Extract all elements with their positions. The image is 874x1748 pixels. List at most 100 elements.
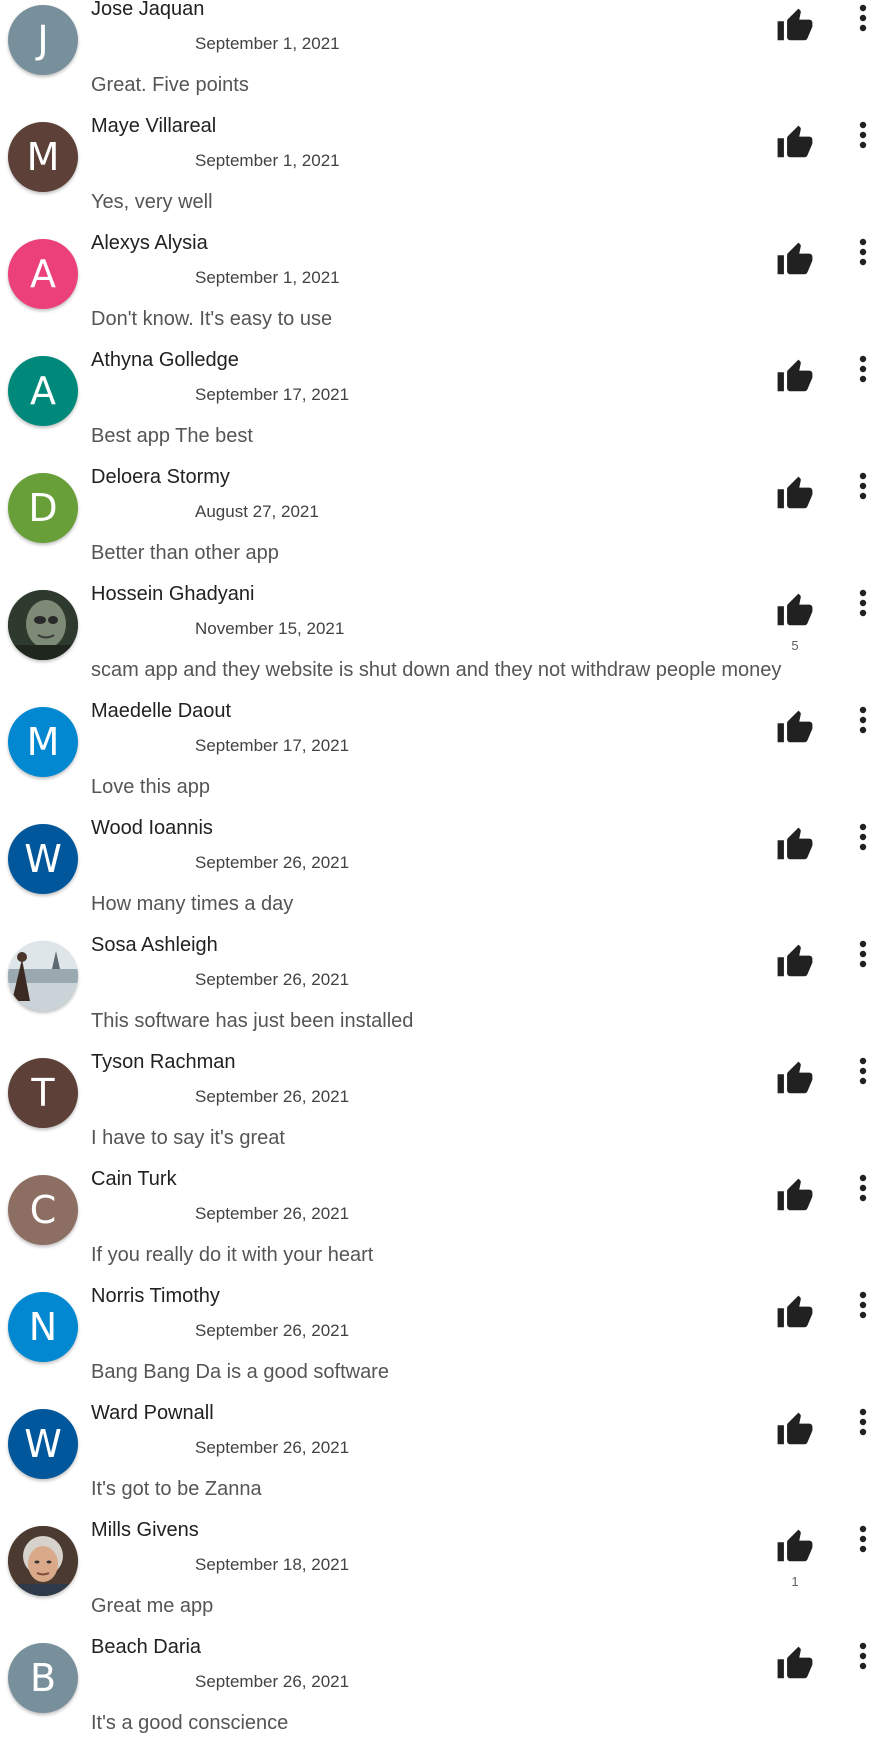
like-count: 5: [791, 638, 799, 653]
avatar-photo[interactable]: [8, 1526, 78, 1596]
thumb-up-icon: [777, 1061, 813, 1094]
like-button[interactable]: [776, 358, 814, 396]
reviewer-name: Alexys Alysia: [91, 232, 208, 254]
more-vert-icon: [859, 1291, 867, 1319]
thumb-up-icon: [777, 125, 813, 158]
reviewer-name: Ward Pownall: [91, 1402, 214, 1424]
thumb-up-icon: [777, 359, 813, 392]
review-text: I have to say it's great: [91, 1127, 285, 1149]
like-button[interactable]: [776, 1060, 814, 1098]
like-button[interactable]: [776, 1177, 814, 1215]
thumb-up-icon: [777, 1412, 813, 1445]
more-vert-icon: [859, 706, 867, 734]
avatar[interactable]: W: [8, 1409, 78, 1479]
more-options-button[interactable]: [852, 586, 874, 624]
thumb-up-icon: [777, 944, 813, 977]
more-options-button[interactable]: [852, 1, 874, 39]
like-button[interactable]: [776, 7, 814, 45]
avatar[interactable]: B: [8, 1643, 78, 1713]
thumb-up-icon: [777, 710, 813, 743]
review-text: How many times a day: [91, 893, 294, 915]
avatar[interactable]: W: [8, 824, 78, 894]
like-button[interactable]: [776, 1645, 814, 1683]
more-options-button[interactable]: [852, 235, 874, 273]
more-options-button[interactable]: [852, 1522, 874, 1560]
avatar[interactable]: C: [8, 1175, 78, 1245]
reviewer-name: Deloera Stormy: [91, 466, 230, 488]
more-vert-icon: [859, 1408, 867, 1436]
review-text: If you really do it with your heart: [91, 1244, 374, 1266]
review-text: Better than other app: [91, 542, 279, 564]
more-options-button[interactable]: [852, 1639, 874, 1677]
more-vert-icon: [859, 4, 867, 32]
review-item: Mills Givens September 18, 2021 Great me…: [0, 1514, 874, 1631]
thumb-up-icon: [777, 1646, 813, 1679]
like-button[interactable]: [776, 1294, 814, 1332]
review-text: Great me app: [91, 1595, 214, 1617]
avatar[interactable]: N: [8, 1292, 78, 1362]
avatar-photo[interactable]: [8, 590, 78, 660]
like-button[interactable]: [776, 709, 814, 747]
thumb-up-icon: [777, 827, 813, 860]
review-item: Hossein Ghadyani November 15, 2021 scam …: [0, 578, 874, 695]
review-date: September 17, 2021: [195, 736, 350, 755]
reviewer-name: Maedelle Daout: [91, 700, 232, 722]
more-vert-icon: [859, 472, 867, 500]
avatar[interactable]: M: [8, 122, 78, 192]
more-options-button[interactable]: [852, 352, 874, 390]
more-vert-icon: [859, 940, 867, 968]
review-date: September 26, 2021: [195, 1438, 350, 1457]
more-options-button[interactable]: [852, 1054, 874, 1092]
like-button[interactable]: [776, 124, 814, 162]
review-text: It's got to be Zanna: [91, 1478, 262, 1500]
more-options-button[interactable]: [852, 937, 874, 975]
review-date: September 26, 2021: [195, 970, 350, 989]
more-options-button[interactable]: [852, 820, 874, 858]
thumb-up-icon: [777, 593, 813, 626]
more-options-button[interactable]: [852, 1288, 874, 1326]
more-options-button[interactable]: [852, 703, 874, 741]
review-item: B Beach Daria September 26, 2021 It's a …: [0, 1631, 874, 1748]
more-vert-icon: [859, 1174, 867, 1202]
thumb-up-icon: [777, 1178, 813, 1211]
review-text: Great. Five points: [91, 74, 249, 96]
review-text: Bang Bang Da is a good software: [91, 1361, 389, 1383]
avatar[interactable]: J: [8, 5, 78, 75]
like-button[interactable]: [776, 1411, 814, 1449]
reviewer-name: Mills Givens: [91, 1519, 199, 1541]
like-button[interactable]: [776, 943, 814, 981]
review-item: A Athyna Golledge September 17, 2021 Bes…: [0, 344, 874, 461]
more-vert-icon: [859, 355, 867, 383]
avatar[interactable]: M: [8, 707, 78, 777]
review-date: September 1, 2021: [195, 151, 340, 170]
like-button[interactable]: [776, 241, 814, 279]
thumb-up-icon: [777, 1529, 813, 1562]
review-date: September 26, 2021: [195, 1321, 350, 1340]
review-text: Don't know. It's easy to use: [91, 308, 333, 330]
review-text: scam app and they website is shut down a…: [91, 659, 782, 681]
avatar[interactable]: T: [8, 1058, 78, 1128]
avatar[interactable]: A: [8, 239, 78, 309]
avatar[interactable]: D: [8, 473, 78, 543]
more-vert-icon: [859, 589, 867, 617]
reviewer-name: Beach Daria: [91, 1636, 202, 1658]
more-vert-icon: [859, 121, 867, 149]
like-button[interactable]: [776, 475, 814, 513]
review-item: Sosa Ashleigh September 26, 2021 This so…: [0, 929, 874, 1046]
review-text: This software has just been installed: [91, 1010, 414, 1032]
more-vert-icon: [859, 823, 867, 851]
like-button[interactable]: [776, 1528, 814, 1566]
avatar[interactable]: A: [8, 356, 78, 426]
like-button[interactable]: [776, 826, 814, 864]
review-text: Love this app: [91, 776, 210, 798]
review-date: September 1, 2021: [195, 268, 340, 287]
review-item: D Deloera Stormy August 27, 2021 Better …: [0, 461, 874, 578]
reviewer-name: Maye Villareal: [91, 115, 217, 137]
more-options-button[interactable]: [852, 1405, 874, 1443]
more-options-button[interactable]: [852, 1171, 874, 1209]
review-date: September 26, 2021: [195, 1204, 350, 1223]
like-button[interactable]: [776, 592, 814, 630]
avatar-photo[interactable]: [8, 941, 78, 1011]
more-options-button[interactable]: [852, 118, 874, 156]
more-options-button[interactable]: [852, 469, 874, 507]
